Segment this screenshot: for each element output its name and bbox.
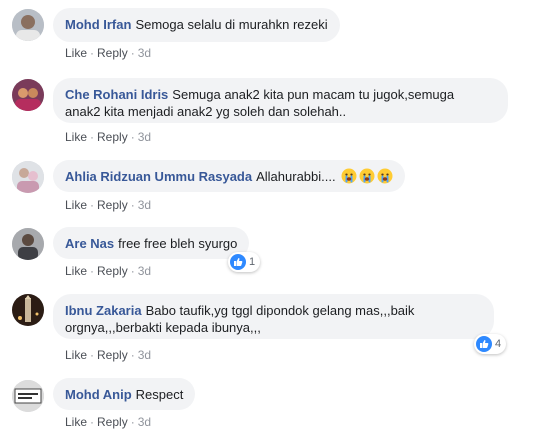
comment-timestamp[interactable]: 3d — [138, 46, 151, 60]
separator: · — [130, 348, 135, 362]
reaction-count[interactable]: 4 — [474, 334, 507, 354]
reply-button[interactable]: Reply — [97, 46, 128, 60]
separator: · — [90, 264, 95, 278]
comment-timestamp[interactable]: 3d — [138, 130, 151, 144]
comment-bubble: Are Nas free free bleh syurgo — [53, 227, 250, 259]
separator: · — [130, 198, 135, 212]
crying-face-icon — [339, 168, 393, 184]
reaction-number: 4 — [495, 338, 502, 350]
comment-text: Allahurabbi.... — [256, 169, 336, 184]
comment-actions: Like · Reply · 3d — [65, 197, 151, 213]
comment-bubble: Ibnu Zakaria Babo taufik,yg tggl dipondok… — [53, 294, 494, 339]
like-button[interactable]: Like — [65, 198, 87, 212]
separator: · — [90, 130, 95, 144]
like-button[interactable]: Like — [65, 130, 87, 144]
avatar[interactable] — [12, 228, 44, 260]
comment-actions: Like · Reply · 3d — [65, 414, 151, 430]
reaction-number: 1 — [249, 256, 256, 268]
comment-text-line-1: Semuga anak2 kita pun macam tu jugok,sem… — [172, 87, 455, 102]
reaction-count[interactable]: 1 — [228, 252, 261, 272]
like-button[interactable]: Like — [65, 46, 87, 60]
separator: · — [130, 130, 135, 144]
separator: · — [90, 198, 95, 212]
comment-timestamp[interactable]: 3d — [138, 264, 151, 278]
avatar[interactable] — [12, 294, 44, 326]
comment-text: Respect — [135, 387, 184, 402]
like-reaction-icon — [230, 254, 246, 270]
comment-text-line-2: anak2 kita menjadi anak2 yg soleh dan so… — [65, 104, 347, 119]
comment-text: free free bleh syurgo — [118, 236, 238, 251]
separator: · — [130, 415, 135, 429]
like-reaction-icon — [476, 336, 492, 352]
comment-text-line-2: orgnya,,,berbakti kepada ibunya,,, — [65, 320, 261, 335]
comment-author[interactable]: Che Rohani Idris — [65, 87, 168, 102]
comment-bubble: Mohd Irfan Semoga selalu di murahkn rezek… — [53, 8, 340, 42]
avatar[interactable] — [12, 161, 44, 193]
separator: · — [90, 348, 95, 362]
comment-bubble: Ahlia Ridzuan Ummu Rasyada Allahurabbi...… — [53, 160, 406, 192]
reply-button[interactable]: Reply — [97, 198, 128, 212]
comment-timestamp[interactable]: 3d — [138, 415, 151, 429]
comment-actions: Like · Reply · 3d — [65, 263, 151, 279]
comment-author[interactable]: Ahlia Ridzuan Ummu Rasyada — [65, 169, 252, 184]
comment-timestamp[interactable]: 3d — [138, 198, 151, 212]
avatar[interactable] — [12, 9, 44, 41]
comment-timestamp[interactable]: 3d — [138, 348, 151, 362]
comment-author[interactable]: Mohd Irfan — [65, 17, 131, 32]
like-button[interactable]: Like — [65, 264, 87, 278]
reply-button[interactable]: Reply — [97, 348, 128, 362]
separator: · — [90, 46, 95, 60]
reply-button[interactable]: Reply — [97, 130, 128, 144]
comment-author[interactable]: Ibnu Zakaria — [65, 303, 142, 318]
comment-actions: Like · Reply · 3d — [65, 45, 151, 61]
comment-bubble: Mohd Anip Respect — [53, 378, 196, 410]
comment-bubble: Che Rohani Idris Semuga anak2 kita pun ma… — [53, 78, 508, 123]
comment-author[interactable]: Mohd Anip — [65, 387, 132, 402]
avatar[interactable] — [12, 380, 44, 412]
like-button[interactable]: Like — [65, 415, 87, 429]
comment-author[interactable]: Are Nas — [65, 236, 114, 251]
comment-actions: Like · Reply · 3d — [65, 129, 151, 145]
separator: · — [90, 415, 95, 429]
comment-text: Semoga selalu di murahkn rezeki — [135, 17, 328, 32]
separator: · — [130, 264, 135, 278]
like-button[interactable]: Like — [65, 348, 87, 362]
separator: · — [130, 46, 135, 60]
comment-actions: Like · Reply · 3d — [65, 347, 151, 363]
reply-button[interactable]: Reply — [97, 415, 128, 429]
avatar[interactable] — [12, 79, 44, 111]
reply-button[interactable]: Reply — [97, 264, 128, 278]
comment-text-line-1: Babo taufik,yg tggl dipondok gelang mas,… — [145, 303, 415, 318]
